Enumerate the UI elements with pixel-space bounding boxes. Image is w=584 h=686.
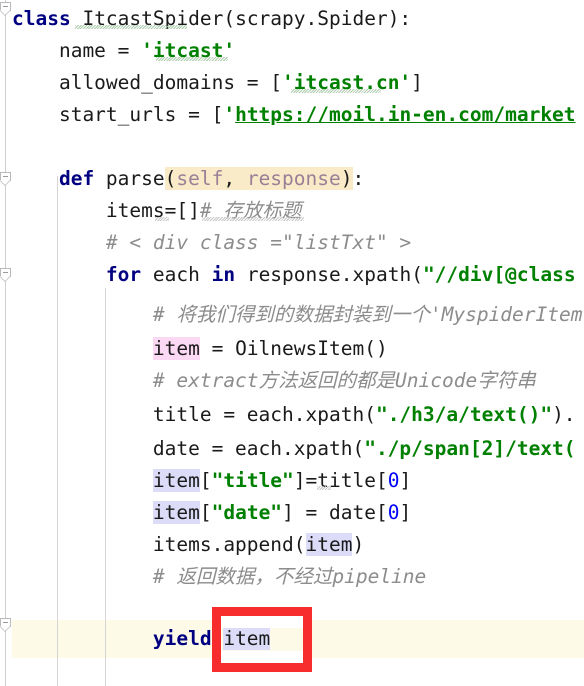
line-item-title-token-2: item	[152, 469, 200, 492]
squiggle-items-eq	[155, 217, 169, 221]
line-item-date-token-3: [	[199, 501, 212, 524]
line-item-date-token-6: 0	[387, 501, 400, 524]
indent-guide-1	[57, 176, 58, 686]
indent-guide-2	[105, 288, 106, 686]
fold-class-ItcastSpider-icon[interactable]	[0, 2, 12, 15]
fold-yield-block-icon[interactable]	[0, 618, 12, 631]
line-item-assign-token-2: item	[152, 337, 200, 360]
line-comment-pipeline[interactable]: # 返回数据，不经过pipeline	[12, 558, 426, 596]
line-def-parse-token-6: response	[246, 167, 341, 190]
fold-marker-dash	[3, 622, 8, 623]
line-item-date-token-1	[12, 501, 153, 524]
line-item-title-token-4: "title"	[211, 469, 294, 492]
line-item-title-token-7: ]	[399, 469, 412, 492]
fold-for-each-icon[interactable]	[0, 268, 12, 281]
line-comment-extract[interactable]: # extract方法返回的都是Unicode字符串	[12, 362, 536, 400]
line-for-each-token-2: each	[152, 263, 212, 286]
line-comment-extract-token-1: # extract方法返回的都是Unicode字符串	[12, 369, 536, 392]
squiggle-title-index	[317, 486, 331, 490]
red-highlight-box	[212, 607, 312, 672]
line-date-xpath-token-2: "./p/span[2]/text(	[364, 437, 576, 460]
line-def-parse-token-3: (	[164, 167, 177, 190]
squiggle-itcastspider	[75, 25, 187, 29]
line-allowed-domains-token-3: ]	[411, 71, 423, 94]
fold-def-parse-icon[interactable]	[0, 172, 12, 185]
squiggle-itcast-cn	[291, 89, 381, 93]
line-items-append-token-3: )	[352, 533, 365, 556]
fold-marker-tip	[0, 10, 10, 15]
line-for-each-token-4: response.xpath(	[246, 263, 423, 286]
line-item-assign-token-3: = OilnewsItem()	[199, 337, 388, 360]
line-item-date-token-5: ] = date[	[282, 501, 388, 524]
fold-marker-tip	[0, 626, 10, 631]
line-comment-divclass-token-1: # < div class ="listTxt" >	[12, 231, 412, 254]
line-class-def-token-1: class	[12, 7, 83, 30]
line-item-assign-token-1	[12, 337, 153, 360]
fold-marker-dash	[3, 176, 8, 177]
line-title-xpath-token-3: ).	[552, 403, 576, 426]
line-items-init-token-1: items=[]	[12, 199, 200, 222]
line-comment-pipeline-token-1: # 返回数据，不经过pipeline	[12, 565, 427, 588]
line-def-parse-token-7: )	[340, 167, 353, 190]
line-item-date-token-4: "date"	[211, 501, 283, 524]
line-allowed-domains-token-1: allowed_domains = [	[12, 71, 283, 94]
line-title-xpath[interactable]: title = each.xpath("./h3/a/text()").	[12, 396, 576, 434]
code-fold-gutter[interactable]	[0, 0, 12, 686]
line-def-parse-token-1: def	[12, 167, 106, 190]
fold-rail	[5, 0, 6, 686]
line-item-date-token-7: ]	[399, 501, 412, 524]
line-title-xpath-token-2: "./h3/a/text()"	[375, 403, 553, 426]
line-comment-myspideritem-token-1: # 将我们得到的数据封装到一个'MyspiderItem	[12, 303, 583, 326]
annotation-fill-top	[221, 616, 303, 628]
line-def-parse-token-2: parse	[105, 167, 165, 190]
line-comment-myspideritem[interactable]: # 将我们得到的数据封装到一个'MyspiderItem	[12, 296, 583, 334]
code-text-area[interactable]: class ItcastSpider(scrapy.Spider): name …	[0, 0, 584, 686]
line-def-parse-token-4: self	[176, 167, 224, 190]
line-def-parse-token-8: :	[352, 167, 365, 190]
line-item-title-token-1	[12, 469, 153, 492]
fold-marker-tip	[0, 276, 10, 281]
line-for-each-token-5: "//div[@class	[422, 263, 576, 286]
line-items-append-token-2: item	[305, 533, 353, 556]
line-name-assign-token-1: name =	[12, 39, 142, 62]
squiggle-cuncangbiaoti	[202, 217, 304, 221]
line-start-urls-token-1: start_urls = [	[12, 103, 224, 126]
line-item-title-token-5: ]=title[	[293, 469, 388, 492]
fold-marker-tip	[0, 180, 10, 185]
line-start-urls-token-2: '	[223, 103, 236, 126]
line-title-xpath-token-1: title = each.xpath(	[12, 403, 376, 426]
line-start-urls[interactable]: start_urls = ['https://moil.in-en.com/ma…	[12, 96, 576, 134]
fold-marker-dash	[3, 272, 8, 273]
squiggle-itcast-string	[156, 57, 228, 61]
line-start-urls-token-3: https://moil.in-en.com/market	[235, 103, 576, 126]
fold-marker-dash	[3, 6, 8, 7]
line-item-title-token-3: [	[199, 469, 212, 492]
line-yield-item-token-1: yield	[12, 627, 224, 650]
line-for-each[interactable]: for each in response.xpath("//div[@class	[12, 256, 576, 294]
code-editor[interactable]: class ItcastSpider(scrapy.Spider): name …	[0, 0, 584, 686]
line-date-xpath-token-1: date = each.xpath(	[12, 437, 365, 460]
annotation-fill-bottom	[221, 651, 303, 663]
line-item-title-token-6: 0	[387, 469, 400, 492]
line-item-date-token-2: item	[152, 501, 200, 524]
line-for-each-token-1: for	[12, 263, 153, 286]
line-def-parse-token-5: ,	[223, 167, 247, 190]
line-for-each-token-3: in	[211, 263, 247, 286]
